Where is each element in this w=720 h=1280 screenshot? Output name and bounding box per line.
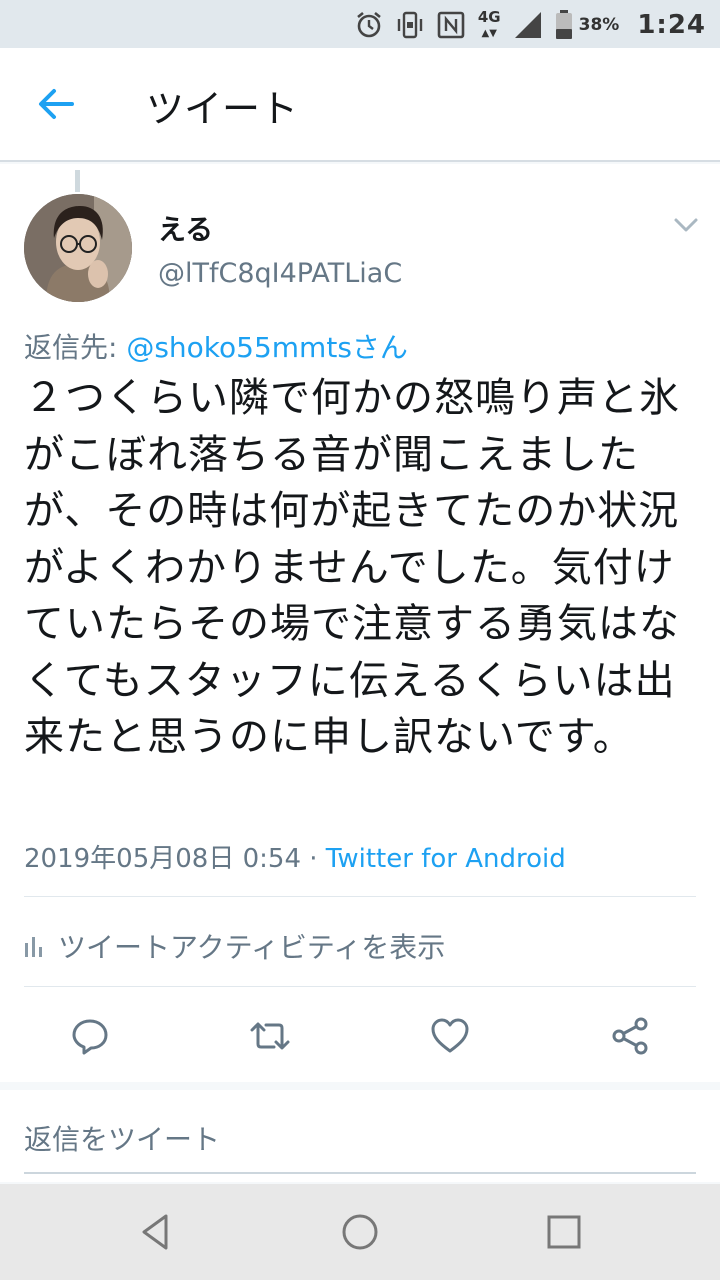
tweet-activity-link[interactable]: ツイートアクティビティを表示 xyxy=(24,924,445,968)
tweet-text: ２つくらい隣で何かの怒鳴り声と氷がこぼれ落ちる音が聞こえましたが、その時は何が起… xyxy=(24,375,680,760)
share-icon xyxy=(612,1017,648,1055)
retweet-icon xyxy=(250,1022,290,1050)
meta-separator: · xyxy=(309,844,318,874)
like-button[interactable] xyxy=(424,1012,476,1060)
nfc-icon xyxy=(436,10,466,40)
system-nav-bar xyxy=(0,1184,720,1280)
bar-chart-icon xyxy=(25,937,42,957)
recents-square-icon xyxy=(547,1215,581,1249)
status-icons: 4G ▲▼ 38% 1:24 xyxy=(354,6,706,44)
vibrate-icon xyxy=(396,10,424,40)
tweet-card: える @lTfC8qI4PATLiaC 返信先: @shoko55mmtsさん … xyxy=(0,164,720,1082)
network-type: 4G ▲▼ xyxy=(477,7,501,39)
divider xyxy=(24,986,696,987)
app-bar: ツイート xyxy=(0,48,720,162)
reply-icon xyxy=(72,1019,108,1055)
battery-percent: 38% xyxy=(578,15,620,35)
status-bar: 4G ▲▼ 38% 1:24 xyxy=(0,0,720,48)
page-title: ツイート xyxy=(146,87,299,131)
reply-input[interactable]: 返信をツイート xyxy=(24,1118,220,1158)
home-circle-icon xyxy=(342,1214,378,1250)
arrow-left-icon xyxy=(39,89,74,119)
reply-input-underline xyxy=(24,1172,696,1174)
nav-back-button[interactable] xyxy=(132,1208,180,1256)
alarm-icon xyxy=(354,10,384,40)
nav-home-button[interactable] xyxy=(336,1208,384,1256)
tweet-timestamp: 2019年05月08日 0:54 xyxy=(24,844,301,874)
back-triangle-icon xyxy=(142,1214,168,1250)
avatar[interactable] xyxy=(24,194,132,302)
thread-connector xyxy=(75,170,80,192)
activity-label: ツイートアクティビティを表示 xyxy=(58,931,446,964)
reply-to-line: 返信先: @shoko55mmtsさん xyxy=(24,326,408,366)
battery-icon xyxy=(555,10,573,40)
reply-composer: 返信をツイート xyxy=(0,1090,720,1182)
retweet-button[interactable] xyxy=(244,1012,296,1060)
network-label: 4G xyxy=(477,7,501,26)
like-icon xyxy=(431,1018,469,1053)
divider xyxy=(24,896,696,897)
chevron-down-icon xyxy=(674,218,698,232)
author-name[interactable]: える xyxy=(158,208,213,248)
share-button[interactable] xyxy=(604,1012,656,1060)
signal-icon xyxy=(513,10,543,40)
tweet-meta: 2019年05月08日 0:54 · Twitter for Android xyxy=(24,838,566,875)
reply-button[interactable] xyxy=(64,1012,116,1060)
back-button[interactable] xyxy=(30,82,82,126)
nav-recents-button[interactable] xyxy=(540,1208,588,1256)
tweet-menu-button[interactable] xyxy=(672,212,700,236)
tweet-source-link[interactable]: Twitter for Android xyxy=(326,844,566,874)
clock: 1:24 xyxy=(637,10,706,40)
reply-mention-link[interactable]: @shoko55mmtsさん xyxy=(126,331,408,364)
reply-to-label: 返信先: xyxy=(24,331,118,364)
author-handle[interactable]: @lTfC8qI4PATLiaC xyxy=(158,258,402,289)
